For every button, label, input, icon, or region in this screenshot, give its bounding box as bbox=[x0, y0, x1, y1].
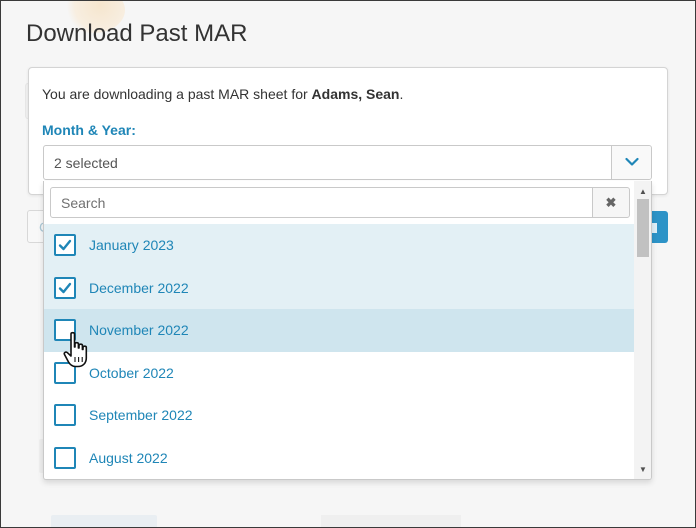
option-december-2022[interactable]: December 2022 bbox=[44, 266, 634, 309]
check-icon bbox=[58, 239, 72, 251]
intro-suffix: . bbox=[399, 86, 404, 102]
scroll-down-arrow-icon[interactable]: ▼ bbox=[634, 463, 651, 477]
page-title: Download Past MAR bbox=[26, 20, 248, 47]
app-window: C Download Past MAR You are downloading … bbox=[0, 0, 696, 528]
check-icon bbox=[58, 282, 72, 293]
clear-search-button[interactable]: ✖ bbox=[592, 187, 630, 218]
option-label: October 2022 bbox=[89, 364, 174, 381]
option-label: November 2022 bbox=[89, 322, 189, 338]
patient-name: Adams, Sean bbox=[311, 86, 400, 102]
month-year-label: Month & Year: bbox=[42, 122, 136, 138]
background-tab bbox=[321, 515, 461, 527]
checkbox[interactable] bbox=[54, 361, 76, 384]
month-year-select[interactable]: 2 selected bbox=[43, 145, 652, 180]
option-label: December 2022 bbox=[89, 279, 189, 296]
option-august-2022[interactable]: August 2022 bbox=[44, 437, 634, 480]
option-label: August 2022 bbox=[89, 449, 168, 466]
option-october-2022[interactable]: October 2022 bbox=[44, 352, 634, 395]
intro-prefix: You are downloading a past MAR sheet for bbox=[42, 86, 312, 102]
background-tab bbox=[51, 515, 157, 527]
chevron-down-icon bbox=[625, 157, 639, 166]
option-november-2022[interactable]: November 2022 bbox=[44, 309, 634, 352]
select-value: 2 selected bbox=[54, 155, 118, 171]
scrollbar-thumb[interactable] bbox=[637, 199, 649, 257]
checkbox[interactable] bbox=[54, 319, 76, 341]
scroll-up-arrow-icon[interactable]: ▲ bbox=[634, 185, 651, 199]
option-september-2022[interactable]: September 2022 bbox=[44, 394, 634, 437]
option-label: September 2022 bbox=[89, 407, 193, 423]
checkbox[interactable] bbox=[54, 276, 76, 299]
close-icon: ✖ bbox=[605, 195, 617, 210]
search-box: ✖ bbox=[50, 187, 630, 219]
scrollbar[interactable]: ▲ ▼ bbox=[634, 181, 651, 479]
search-input[interactable] bbox=[50, 187, 593, 218]
checkbox[interactable] bbox=[54, 234, 76, 256]
option-january-2023[interactable]: January 2023 bbox=[44, 224, 634, 267]
intro-text: You are downloading a past MAR sheet for… bbox=[42, 86, 403, 102]
checkbox[interactable] bbox=[54, 404, 76, 426]
select-toggle-button[interactable] bbox=[611, 146, 651, 179]
option-list: January 2023 December 2022 November 2022… bbox=[44, 224, 634, 480]
option-label: January 2023 bbox=[89, 237, 174, 253]
checkbox[interactable] bbox=[54, 446, 76, 469]
month-dropdown: ✖ January 2023 December 2022 November 20… bbox=[43, 181, 652, 480]
